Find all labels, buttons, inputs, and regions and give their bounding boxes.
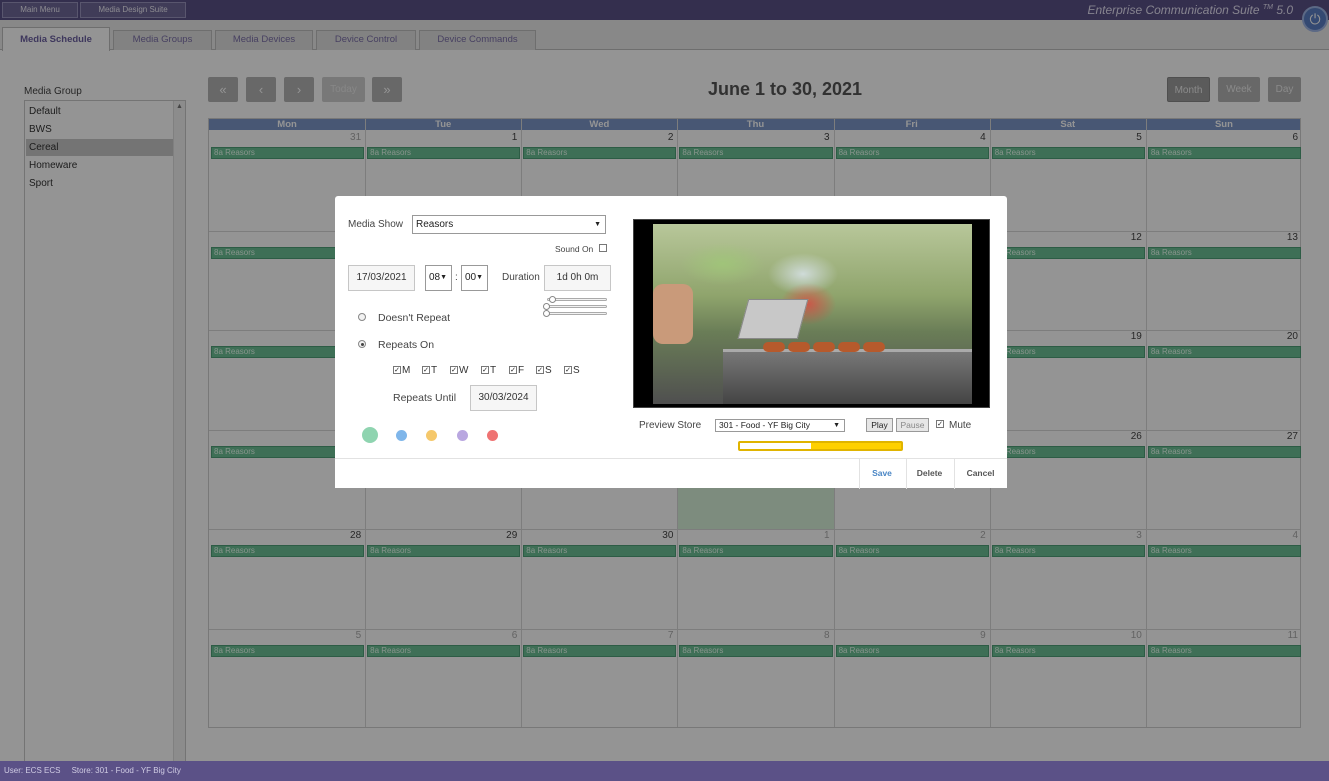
chevron-down-icon: ▼ (594, 221, 601, 228)
duration-hours-slider[interactable] (547, 305, 607, 308)
spatula-shape (737, 299, 809, 339)
duration-minutes-slider-handle[interactable] (543, 310, 550, 317)
repeats-on-radio[interactable] (358, 340, 366, 348)
status-user: User: ECS ECS (4, 766, 61, 775)
preview-image (653, 224, 972, 404)
sausage-shape (763, 342, 785, 352)
cancel-button[interactable]: Cancel (954, 459, 1006, 489)
sausage-shape (813, 342, 835, 352)
color-swatch-yellow[interactable] (426, 430, 437, 441)
schedule-event-dialog: Media Show Reasors ▼ Sound On 17/03/2021 … (335, 196, 1007, 489)
minute-select[interactable]: 00 ▼ (461, 265, 488, 291)
time-separator: : (455, 272, 458, 283)
sausage-shape (863, 342, 885, 352)
mute-label: Mute (949, 420, 972, 431)
repeat-day-sat[interactable]: ✓ S (536, 365, 552, 376)
checkbox-checked-icon[interactable]: ✓ (509, 366, 517, 375)
grill-shape (723, 349, 972, 404)
playback-progress-bar[interactable] (738, 441, 903, 451)
color-swatch-purple[interactable] (457, 430, 468, 441)
repeat-day-fri[interactable]: ✓ F (509, 365, 524, 376)
repeat-day-mon[interactable]: ✓ M (393, 365, 410, 376)
duration-field[interactable]: 1d 0h 0m (544, 265, 611, 291)
chevron-down-icon: ▼ (476, 274, 483, 281)
checkbox-checked-icon[interactable]: ✓ (422, 366, 430, 375)
repeats-until-label: Repeats Until (393, 392, 457, 404)
repeat-day-sun[interactable]: ✓ S (564, 365, 580, 376)
play-button[interactable]: Play (866, 418, 893, 432)
chevron-down-icon: ▼ (440, 274, 447, 281)
start-date-field[interactable]: 17/03/2021 (348, 265, 415, 291)
status-store: Store: 301 - Food - YF Big City (71, 766, 181, 775)
status-bar: User: ECS ECS Store: 301 - Food - YF Big… (0, 761, 1329, 781)
chevron-down-icon: ▼ (833, 422, 840, 429)
duration-days-slider-handle[interactable] (549, 296, 556, 303)
save-button[interactable]: Save (859, 459, 904, 489)
doesnt-repeat-radio[interactable] (358, 313, 366, 321)
sausage-shape (838, 342, 860, 352)
doesnt-repeat-label: Doesn't Repeat (378, 312, 451, 324)
repeat-day-wed[interactable]: ✓ W (450, 365, 468, 376)
sound-on-label: Sound On (555, 244, 594, 254)
pause-button[interactable]: Pause (896, 418, 929, 432)
duration-minutes-slider[interactable] (547, 312, 607, 315)
media-show-label: Media Show (348, 219, 404, 230)
delete-button[interactable]: Delete (906, 459, 952, 489)
media-preview-player[interactable] (633, 219, 990, 408)
hand-shape (653, 284, 693, 344)
sausage-shape (788, 342, 810, 352)
checkbox-checked-icon[interactable]: ✓ (393, 366, 401, 375)
mute-checkbox[interactable]: ✓ (936, 420, 944, 428)
playback-progress-fill (810, 443, 901, 449)
checkbox-checked-icon[interactable]: ✓ (481, 366, 489, 375)
repeat-day-tue[interactable]: ✓ T (422, 365, 437, 376)
color-swatch-blue[interactable] (396, 430, 407, 441)
duration-days-slider[interactable] (547, 298, 607, 301)
repeat-day-thu[interactable]: ✓ T (481, 365, 496, 376)
dialog-footer: Save Delete Cancel (335, 458, 1007, 489)
checkbox-checked-icon[interactable]: ✓ (564, 366, 572, 375)
checkbox-checked-icon[interactable]: ✓ (536, 366, 544, 375)
duration-label: Duration (502, 272, 540, 283)
duration-hours-slider-handle[interactable] (543, 303, 550, 310)
color-swatch-green[interactable] (362, 427, 378, 443)
color-swatch-red[interactable] (487, 430, 498, 441)
hour-select[interactable]: 08 ▼ (425, 265, 452, 291)
sound-on-checkbox[interactable] (599, 244, 607, 252)
repeats-on-label: Repeats On (378, 339, 435, 351)
media-show-select[interactable]: Reasors ▼ (412, 215, 606, 234)
repeats-until-field[interactable]: 30/03/2024 (470, 385, 537, 411)
preview-store-select[interactable]: 301 - Food - YF Big City ▼ (715, 419, 845, 432)
preview-store-label: Preview Store (639, 420, 702, 431)
checkbox-checked-icon[interactable]: ✓ (450, 366, 458, 375)
